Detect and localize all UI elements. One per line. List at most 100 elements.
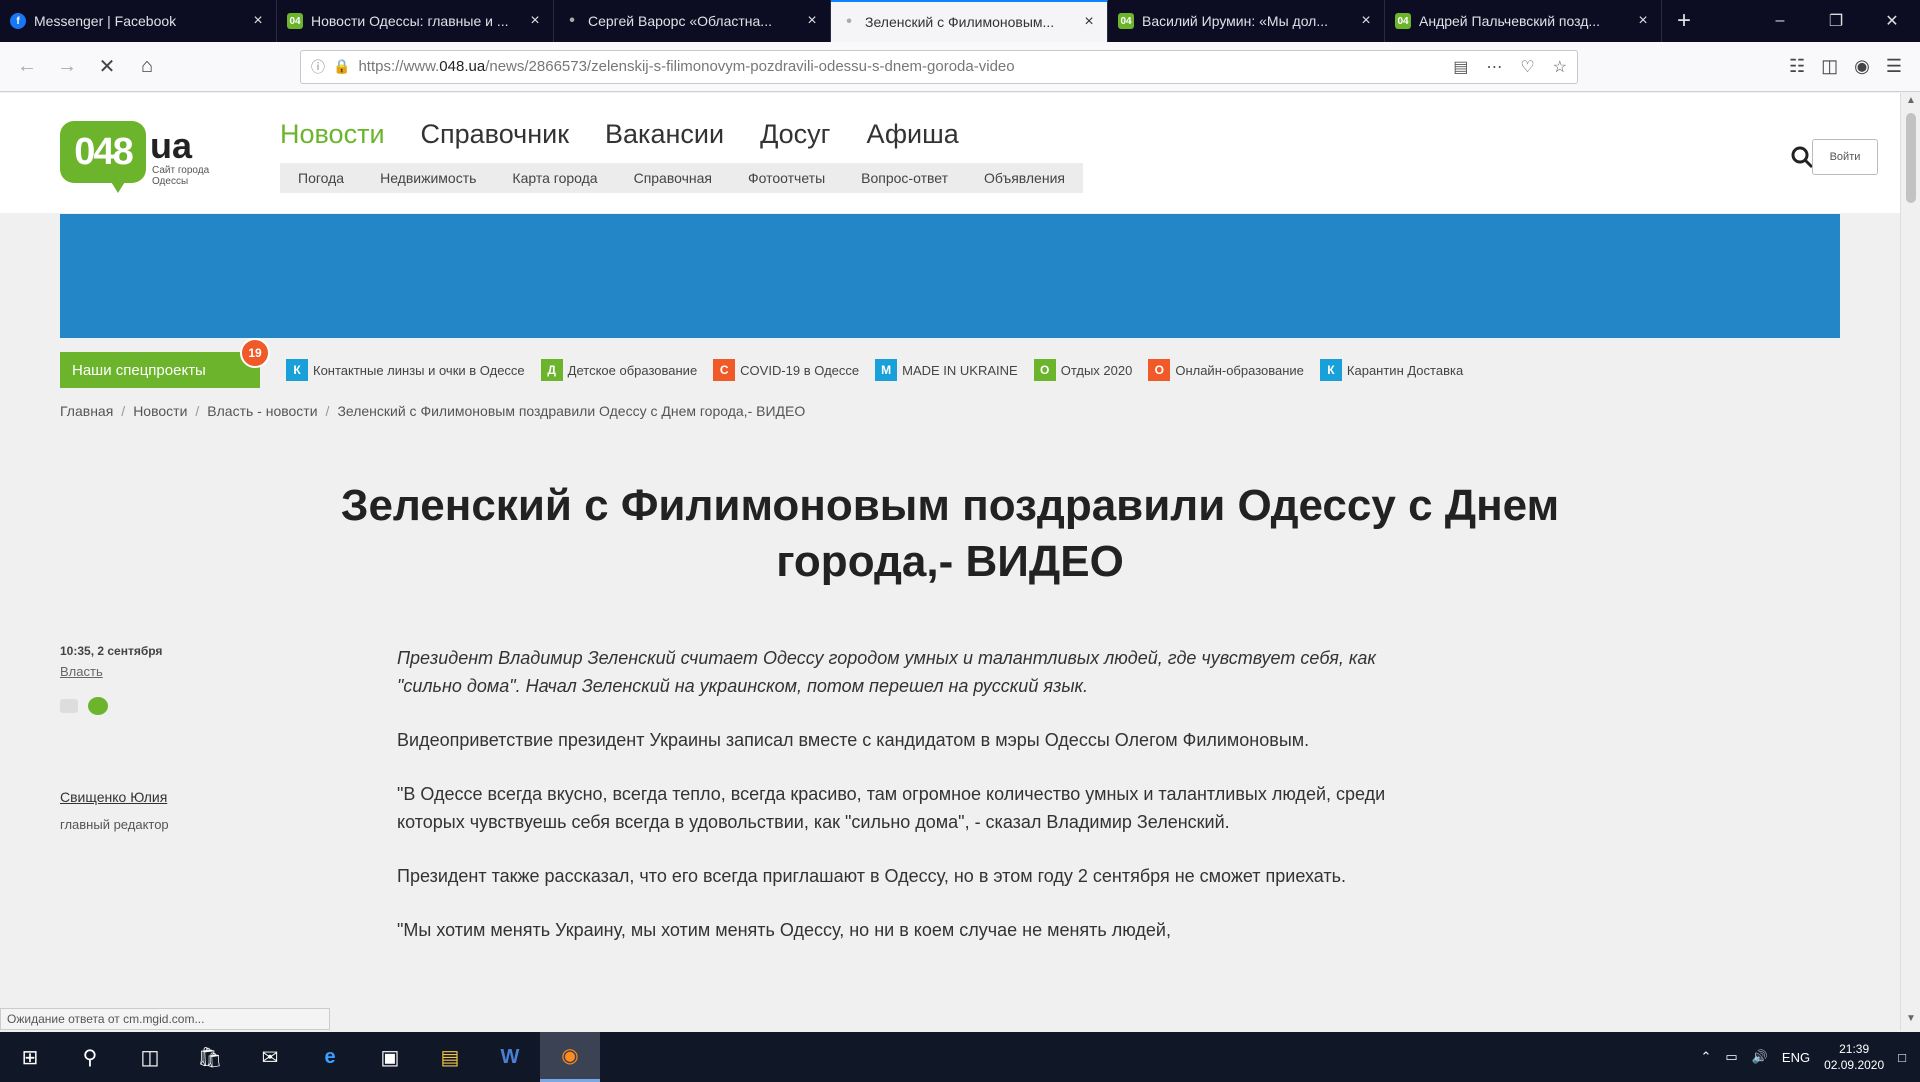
- special-project-item[interactable]: К Карантин Доставка: [1319, 359, 1463, 381]
- sub-nav-item[interactable]: Фотоотчеты: [730, 170, 843, 186]
- bookmark-star-icon[interactable]: ☆: [1553, 57, 1567, 77]
- account-icon[interactable]: ◉: [1854, 56, 1870, 77]
- main-nav-item[interactable]: Новости: [280, 119, 385, 150]
- scroll-down-icon[interactable]: ▼: [1901, 1013, 1920, 1029]
- breadcrumb-item[interactable]: Власть - новости: [207, 403, 317, 419]
- special-projects-row: Наши спецпроекты 19 К Контактные линзы и …: [60, 338, 1463, 388]
- url-actions: ▤ ⋯ ♡ ☆: [1453, 57, 1567, 77]
- language-indicator[interactable]: ENG: [1782, 1050, 1810, 1065]
- site-logo[interactable]: 048 ua Сайт города Одессы: [60, 121, 240, 193]
- ad-banner[interactable]: [60, 214, 1840, 338]
- breadcrumb-item: Зеленский с Филимоновым поздравили Одесс…: [337, 403, 806, 419]
- minimize-button[interactable]: –: [1752, 0, 1808, 42]
- pocket-icon[interactable]: ♡: [1520, 57, 1534, 77]
- browser-tab[interactable]: f Messenger | Facebook ×: [0, 0, 277, 42]
- special-project-item[interactable]: Д Детское образование: [540, 359, 697, 381]
- article-category-link[interactable]: Власть: [60, 664, 260, 679]
- special-project-item[interactable]: О Онлайн-образование: [1148, 359, 1304, 381]
- logo-subtitle: Сайт города Одессы: [152, 165, 210, 187]
- main-nav-item[interactable]: Вакансии: [605, 119, 724, 150]
- special-project-icon: К: [286, 359, 308, 381]
- breadcrumb-item[interactable]: Новости: [133, 403, 187, 419]
- task-view-icon[interactable]: ◫: [120, 1032, 180, 1082]
- sub-nav-item[interactable]: Недвижимость: [362, 170, 494, 186]
- browser-tab[interactable]: • Зеленский с Филимоновым... ×: [831, 0, 1108, 42]
- forward-icon[interactable]: →: [50, 50, 84, 84]
- special-project-icon: Д: [540, 359, 563, 381]
- stop-icon[interactable]: ✕: [90, 50, 124, 84]
- library-icon[interactable]: ☷: [1789, 56, 1805, 77]
- article-paragraph: "Мы хотим менять Украину, мы хотим менят…: [397, 920, 1171, 940]
- back-icon[interactable]: ←: [10, 50, 44, 84]
- main-nav-item[interactable]: Справочник: [421, 119, 570, 150]
- sub-nav-item[interactable]: Вопрос-ответ: [843, 170, 966, 186]
- comment-icon[interactable]: [88, 697, 108, 715]
- store-icon[interactable]: 🛍: [180, 1032, 240, 1082]
- main-nav-item[interactable]: Досуг: [760, 119, 830, 150]
- close-window-button[interactable]: ✕: [1864, 0, 1920, 42]
- logo-ua: ua: [150, 125, 193, 166]
- menu-icon[interactable]: ☰: [1886, 56, 1902, 77]
- browser-tab[interactable]: • Сергей Варорс «Областна... ×: [554, 0, 831, 42]
- restore-button[interactable]: ❐: [1808, 0, 1864, 42]
- firefox-icon[interactable]: ◉: [540, 1032, 600, 1082]
- start-icon[interactable]: ⊞: [0, 1032, 60, 1082]
- clock[interactable]: 21:39 02.09.2020: [1824, 1041, 1884, 1073]
- browser-tab[interactable]: 04 Новости Одессы: главные и ... ×: [277, 0, 554, 42]
- info-icon[interactable]: ⓘ: [311, 57, 325, 77]
- folder-icon[interactable]: ▤: [420, 1032, 480, 1082]
- browser-tab[interactable]: 04 Андрей Пальчевский позд... ×: [1385, 0, 1662, 42]
- special-projects-button[interactable]: Наши спецпроекты 19: [60, 338, 270, 388]
- sub-nav-item[interactable]: Справочная: [616, 170, 730, 186]
- notifications-icon[interactable]: □: [1898, 1050, 1906, 1065]
- special-project-label: COVID-19 в Одессе: [740, 362, 860, 378]
- page-scrollbar[interactable]: ▲ ▼: [1900, 93, 1920, 1031]
- tab-close-icon[interactable]: ×: [804, 12, 820, 30]
- special-project-item[interactable]: О Отдых 2020: [1033, 359, 1132, 381]
- url-bar[interactable]: ⓘ 🔒 https://www.048.ua/news/2866573/zele…: [300, 49, 1578, 84]
- word-icon[interactable]: W: [480, 1032, 540, 1082]
- sub-nav-item[interactable]: Погода: [280, 170, 362, 186]
- browser-tab[interactable]: 04 Василий Ирумин: «Мы дол... ×: [1108, 0, 1385, 42]
- special-project-item[interactable]: M MADE IN UKRAINE: [875, 359, 1018, 381]
- main-nav-item[interactable]: Афиша: [867, 119, 959, 150]
- special-project-label: MADE IN UKRAINE: [902, 362, 1018, 378]
- scroll-up-icon[interactable]: ▲: [1901, 95, 1920, 111]
- volume-icon[interactable]: 🔊: [1752, 1049, 1768, 1065]
- special-project-item[interactable]: C COVID-19 в Одессе: [713, 359, 859, 381]
- tab-title: Messenger | Facebook: [34, 13, 177, 29]
- new-tab-button[interactable]: +: [1662, 0, 1706, 42]
- network-icon[interactable]: ▭: [1725, 1049, 1737, 1065]
- url-text[interactable]: https://www.048.ua/news/2866573/zelenski…: [358, 58, 1445, 75]
- sub-nav-item[interactable]: Объявления: [966, 170, 1083, 186]
- special-project-icon: О: [1148, 359, 1171, 381]
- sub-nav-item[interactable]: Карта города: [494, 170, 615, 186]
- tab-close-icon[interactable]: ×: [527, 12, 543, 30]
- tab-close-icon[interactable]: ×: [250, 12, 266, 30]
- app-icon[interactable]: ▣: [360, 1032, 420, 1082]
- login-button[interactable]: Войти: [1812, 139, 1878, 175]
- breadcrumb-item[interactable]: Главная: [60, 403, 113, 419]
- author-link[interactable]: Свищенко Юлия: [60, 789, 260, 805]
- chevron-up-icon[interactable]: ⌃: [1701, 1049, 1712, 1065]
- scroll-thumb[interactable]: [1906, 113, 1916, 203]
- browser-tabstrip: f Messenger | Facebook × 04 Новости Одессы: …: [0, 0, 1920, 42]
- url-domain: 048.ua: [439, 58, 486, 75]
- page-actions-icon[interactable]: ⋯: [1486, 57, 1502, 77]
- sidebar-icon[interactable]: ◫: [1821, 56, 1838, 77]
- tab-close-icon[interactable]: ×: [1358, 12, 1374, 30]
- tab-close-icon[interactable]: ×: [1081, 13, 1097, 31]
- mail-icon[interactable]: ✉: [240, 1032, 300, 1082]
- search-icon[interactable]: [1790, 145, 1814, 169]
- loading-dot-icon: •: [569, 12, 575, 29]
- system-tray: ⌃ ▭ 🔊 ENG 21:39 02.09.2020 □: [1701, 1041, 1920, 1073]
- special-project-item[interactable]: К Контактные линзы и очки в Одессе: [286, 359, 525, 381]
- windows-taskbar: ⊞ ⚲ ◫ 🛍 ✉ e ▣ ▤ W ◉ ⌃ ▭ 🔊 ENG 21:39 02.0…: [0, 1032, 1920, 1082]
- tab-close-icon[interactable]: ×: [1635, 12, 1651, 30]
- search-taskbar-icon[interactable]: ⚲: [60, 1032, 120, 1082]
- reader-view-icon[interactable]: ▤: [1453, 57, 1468, 77]
- edge-icon[interactable]: e: [300, 1032, 360, 1082]
- home-icon[interactable]: ⌂: [130, 50, 164, 84]
- lock-icon[interactable]: 🔒: [333, 58, 350, 75]
- like-icon[interactable]: [60, 699, 78, 713]
